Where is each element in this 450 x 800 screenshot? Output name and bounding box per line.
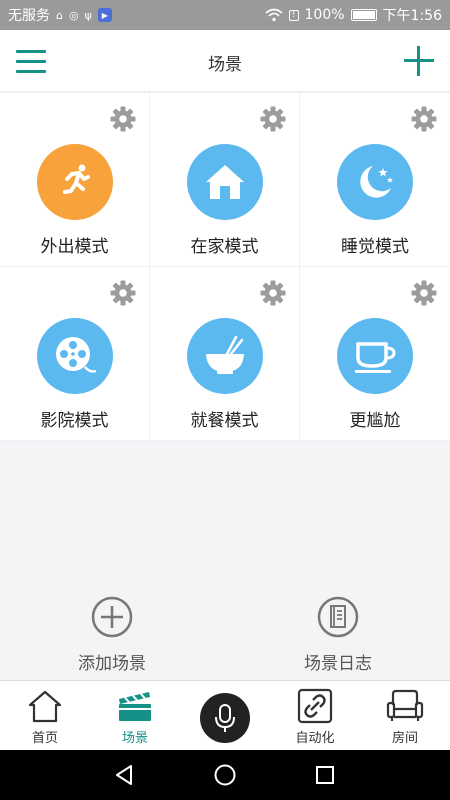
play-store-icon: ▶ [97, 8, 112, 22]
gear-icon[interactable] [109, 279, 137, 307]
home-status-icon: ⌂ [56, 8, 63, 22]
tab-scene-label: 场景 [121, 731, 148, 746]
teacup-icon [355, 342, 396, 373]
scene-icon-circle [187, 144, 263, 220]
tab-automation-label: 自动化 [295, 731, 335, 746]
log-book-icon [317, 596, 359, 638]
sync-status-icon: ◎ [68, 8, 79, 22]
scene-label: 睡觉模式 [341, 237, 409, 257]
tab-scene[interactable]: 场景 [90, 681, 180, 751]
app-screen: 无服务 ⌂ ◎ ψ ▶ ! 100% 下午1:56 场景 外出模式 在家模式 睡… [0, 0, 450, 800]
tab-room[interactable]: 房间 [360, 681, 450, 751]
house-icon [206, 165, 244, 199]
system-nav-bar [0, 750, 450, 800]
film-reel-icon [56, 337, 97, 373]
scene-icon-circle [337, 144, 413, 220]
scene-log-button[interactable]: 场景日志 [258, 595, 418, 674]
scene-log-label: 场景日志 [304, 654, 372, 674]
home-icon [28, 690, 62, 723]
voice-button[interactable] [200, 693, 250, 743]
alert-icon: ! [288, 9, 299, 21]
add-scene-label: 添加场景 [78, 654, 146, 674]
app-header: 场景 [0, 30, 450, 92]
tab-home[interactable]: 首页 [0, 681, 90, 751]
scene-icon-circle [337, 318, 413, 394]
carrier-text: 无服务 [8, 8, 50, 24]
scene-label: 外出模式 [40, 237, 109, 257]
back-icon[interactable] [112, 763, 136, 787]
add-circle-icon [91, 596, 133, 638]
scene-card-away[interactable]: 外出模式 [0, 93, 150, 267]
scene-label: 在家模式 [190, 237, 259, 257]
scene-card-sleep[interactable]: 睡觉模式 [300, 93, 450, 267]
battery-percent: 100% [304, 7, 345, 23]
tab-automation[interactable]: 自动化 [270, 681, 360, 751]
scene-card-dining[interactable]: 就餐模式 [150, 267, 300, 441]
microphone-icon [215, 704, 235, 732]
status-bar: 无服务 ⌂ ◎ ψ ▶ ! 100% 下午1:56 [0, 0, 450, 30]
link-icon [297, 688, 333, 724]
moon-stars-icon [360, 166, 393, 198]
page-title: 场景 [208, 55, 242, 75]
running-person-icon [63, 164, 90, 194]
scene-icon-circle [37, 144, 113, 220]
scene-icon-circle [187, 318, 263, 394]
clock: 下午1:56 [382, 8, 442, 24]
scene-icon-circle [37, 318, 113, 394]
add-scene-button[interactable]: 添加场景 [32, 595, 192, 674]
scene-actions: 添加场景 场景日志 [0, 595, 450, 675]
scene-card-custom[interactable]: 更尴尬 [300, 267, 450, 441]
recents-icon[interactable] [313, 763, 337, 787]
scene-card-cinema[interactable]: 影院模式 [0, 267, 150, 441]
add-button[interactable] [404, 46, 434, 76]
gear-icon[interactable] [259, 279, 287, 307]
scene-label: 更尴尬 [349, 411, 401, 431]
sofa-icon [386, 689, 424, 721]
scene-card-home[interactable]: 在家模式 [150, 93, 300, 267]
scene-label: 就餐模式 [190, 411, 259, 431]
tab-room-label: 房间 [391, 731, 418, 746]
gear-icon[interactable] [410, 105, 438, 133]
gear-icon[interactable] [410, 279, 438, 307]
wifi-icon [265, 8, 283, 22]
bowl-chopsticks-icon [206, 335, 244, 374]
home-circle-icon[interactable] [213, 763, 237, 787]
bottom-nav: 首页 场景 自动化 房间 [0, 680, 450, 750]
tab-home-label: 首页 [31, 731, 58, 746]
clapperboard-icon [119, 692, 151, 721]
gear-icon[interactable] [259, 105, 287, 133]
scene-grid: 外出模式 在家模式 睡觉模式 影院模式 就餐模式 更尴尬 [0, 93, 450, 441]
usb-icon: ψ [84, 8, 92, 22]
gear-icon[interactable] [109, 105, 137, 133]
battery-icon [350, 9, 377, 21]
scene-label: 影院模式 [40, 411, 109, 431]
